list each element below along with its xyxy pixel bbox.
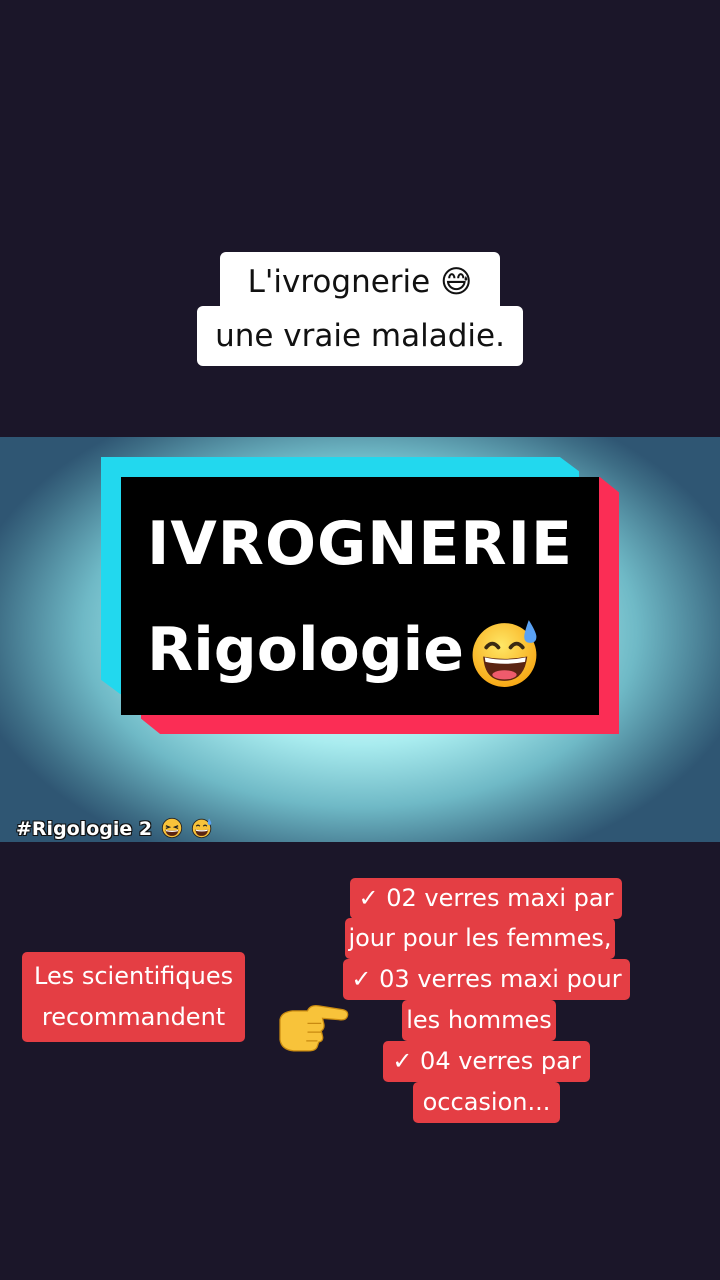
backhand-index-pointing-right-icon [279, 1005, 349, 1052]
video-title-line-1: IVROGNERIE [147, 509, 573, 579]
list-line-1: ✓ 02 verres maxi par [350, 878, 622, 919]
grinning-squinting-face-icon [161, 817, 182, 839]
list-line-4: les hommes [402, 1000, 556, 1041]
left-caption-box: Les scientifiques recommandent [22, 952, 246, 1042]
hashtag-text: #Rigologie 2 [16, 818, 153, 840]
left-caption-line-2: recommandent [41, 1003, 226, 1031]
video-hashtag: #Rigologie 2 [16, 817, 213, 840]
list-line-3: ✓ 03 verres maxi pour [343, 959, 630, 1000]
grinning-face-with-sweat-icon [472, 620, 537, 687]
caption-line-1: L'ivrognerie 😅 [219, 252, 501, 312]
list-line-2: jour pour les femmes, [345, 918, 615, 959]
top-caption: L'ivrognerie 😅 une vraie maladie. [0, 252, 720, 366]
video-title-line-2: Rigologie [147, 615, 464, 685]
video-frame[interactable]: IVROGNERIE Rigologie #Rigologie 2 [0, 437, 720, 842]
caption-line-2: une vraie maladie. [197, 306, 523, 366]
grinning-face-with-sweat-icon [192, 818, 212, 839]
list-line-5: ✓ 04 verres par [383, 1041, 590, 1082]
list-line-6: occasion... [413, 1082, 560, 1123]
left-caption-line-1: Les scientifiques [34, 962, 234, 990]
